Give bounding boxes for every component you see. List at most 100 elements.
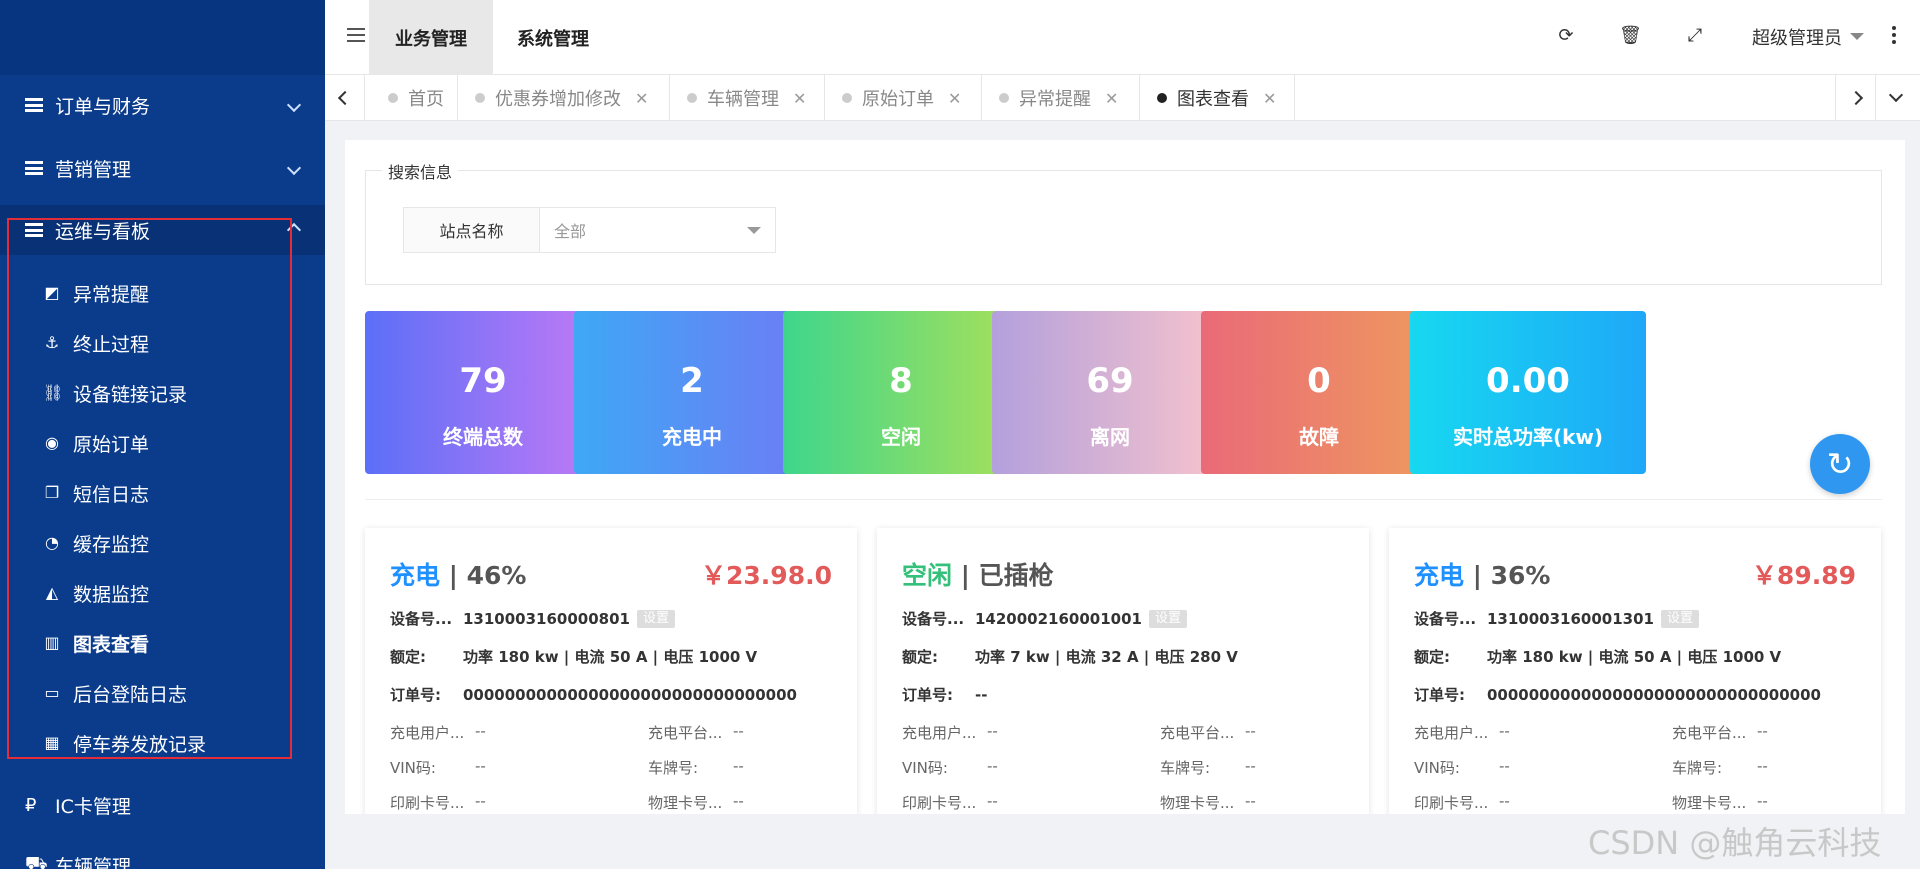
tab-scroll-right[interactable]	[1835, 75, 1875, 121]
fullscreen-icon[interactable]: ⤢	[1684, 25, 1706, 47]
chevron-down-icon	[1888, 87, 1903, 103]
field-value: --	[987, 757, 998, 775]
sidebar-item-vehicle[interactable]: ⛟ 车辆管理	[0, 840, 325, 869]
sidebar-item-sms-log[interactable]: ❐ 短信日志	[0, 468, 325, 518]
feed-icon: ◔	[45, 533, 59, 552]
sidebar-item-cache-monitor[interactable]: ◔ 缓存监控	[0, 518, 325, 568]
tab-dot	[475, 93, 485, 103]
rated-value: 功率 180 kw | 电流 50 A | 电压 1000 V	[1487, 648, 1782, 666]
sidebar-logo-area	[0, 0, 325, 75]
sidebar-item-data-monitor[interactable]: ◭ 数据监控	[0, 568, 325, 618]
caret-down-icon[interactable]	[1850, 33, 1864, 40]
settings-button[interactable]: 设置	[1661, 609, 1700, 628]
sidebar-item-parking-coupon-log[interactable]: ▦ 停车券发放记录	[0, 718, 325, 768]
stat-label: 空闲	[881, 425, 921, 449]
field-key: VIN码:	[390, 759, 436, 777]
user-menu[interactable]: 超级管理员	[1752, 24, 1842, 50]
tab-chart-view[interactable]: 图表查看 ✕	[1140, 75, 1295, 121]
field-key: 充电平台...	[648, 724, 723, 742]
list-icon	[25, 223, 43, 237]
field-value: --	[987, 792, 998, 810]
rated-row: 额定: 功率 180 kw | 电流 50 A | 电压 1000 V	[1414, 646, 1781, 667]
order-row: 订单号: 00000000000000000000000000000000	[1414, 684, 1821, 705]
field-key: 充电平台...	[1160, 724, 1235, 742]
tab-exception-alert[interactable]: 异常提醒 ✕	[982, 75, 1140, 121]
sidebar-item-terminate-process[interactable]: ⚓ 终止过程	[0, 318, 325, 368]
sidebar-item-chart-view[interactable]: ▥ 图表查看	[0, 618, 325, 668]
rated-row: 额定: 功率 7 kw | 电流 32 A | 电压 280 V	[902, 646, 1238, 667]
tab-label: 优惠券增加修改	[495, 89, 621, 110]
sidebar-item-exception-alert[interactable]: ◩ 异常提醒	[0, 268, 325, 318]
tab-menu-dropdown[interactable]	[1875, 75, 1915, 121]
charger-card: 空闲 | 已插枪 设备号... 1420002160001001 设置 额定: 功率 …	[877, 528, 1369, 814]
chevron-down-icon	[286, 97, 302, 113]
list-icon	[25, 161, 43, 175]
site-select[interactable]: 全部	[539, 207, 776, 253]
tab-coupon-edit[interactable]: 优惠券增加修改 ✕	[458, 75, 670, 121]
more-icon[interactable]	[1892, 26, 1896, 47]
watermark: CSDN @触角云科技	[1588, 824, 1882, 862]
device-number: 1420002160001001	[975, 609, 1142, 628]
stat-card-offline: 69 离网	[992, 311, 1228, 474]
order-number: --	[975, 685, 988, 704]
close-icon[interactable]: ✕	[1105, 89, 1118, 108]
sidebar-item-raw-orders[interactable]: ◉ 原始订单	[0, 418, 325, 468]
top-nav-system[interactable]: 系统管理	[493, 0, 613, 75]
trash-icon[interactable]: 🗑	[1619, 25, 1642, 47]
sidebar-item-label: IC卡管理	[55, 795, 131, 818]
charger-card: 充电 | 36% ￥89.89 设备号... 1310003160001301 设置…	[1389, 528, 1881, 814]
stat-value: 8	[889, 361, 913, 401]
menu-group-ops-dashboard[interactable]: 运维与看板	[0, 205, 325, 255]
list-icon	[25, 98, 43, 112]
field-key: VIN码:	[1414, 759, 1460, 777]
sidebar-item-device-link-log[interactable]: ⛓ 设备链接记录	[0, 368, 325, 418]
chevron-up-icon	[286, 222, 302, 238]
settings-button[interactable]: 设置	[637, 609, 676, 628]
bar-chart-icon: ▥	[44, 633, 60, 652]
menu-group-marketing[interactable]: 营销管理	[0, 143, 325, 193]
menu-group-label: 订单与财务	[55, 95, 151, 118]
kv-print-card: 印刷卡号... --	[1414, 792, 1510, 813]
kv-vin: VIN码: --	[1414, 757, 1510, 778]
card-detail: 36%	[1490, 561, 1551, 590]
kv-phys-card: 物理卡号... --	[1672, 792, 1768, 813]
fold-menu-icon[interactable]	[347, 28, 365, 44]
field-key: 物理卡号...	[1160, 794, 1235, 812]
field-key: 充电用户...	[390, 724, 465, 742]
grid-icon: ▦	[44, 733, 60, 752]
kv-user: 充电用户... --	[902, 722, 998, 743]
close-icon[interactable]: ✕	[635, 89, 648, 108]
refresh-icon[interactable]: ⟳	[1555, 25, 1577, 47]
top-nav-business[interactable]: 业务管理	[369, 0, 493, 75]
sidebar-item-ic-card[interactable]: ₽ IC卡管理	[0, 780, 325, 830]
tab-raw-orders[interactable]: 原始订单 ✕	[825, 75, 982, 121]
tab-dot	[388, 93, 398, 103]
refresh-fab-button[interactable]: ↻	[1810, 434, 1870, 494]
menu-group-orders-finance[interactable]: 订单与财务	[0, 80, 325, 130]
desktop-icon: ▭	[44, 683, 60, 702]
sidebar-item-admin-login-log[interactable]: ▭ 后台登陆日志	[0, 668, 325, 718]
link-icon: ⛓	[43, 383, 64, 402]
kv-phys-card: 物理卡号... --	[648, 792, 744, 813]
tab-home[interactable]: 首页	[365, 75, 458, 121]
field-value: --	[733, 792, 744, 810]
rated-row: 额定: 功率 180 kw | 电流 50 A | 电压 1000 V	[390, 646, 757, 667]
close-icon[interactable]: ✕	[1263, 89, 1276, 108]
close-icon[interactable]: ✕	[948, 89, 961, 108]
stat-card-total-power: 0.00 实时总功率(kw)	[1410, 311, 1646, 474]
device-row: 设备号... 1310003160000801 设置	[390, 608, 676, 629]
close-icon[interactable]: ✕	[793, 89, 806, 108]
tab-vehicle-manage[interactable]: 车辆管理 ✕	[670, 75, 825, 121]
sidebar-item-label: 设备链接记录	[73, 383, 188, 406]
stat-value: 0.00	[1486, 361, 1570, 401]
field-value: --	[987, 722, 998, 740]
car-icon: ⛟	[25, 853, 48, 869]
tab-scroll-left[interactable]	[325, 75, 365, 121]
settings-button[interactable]: 设置	[1149, 609, 1188, 628]
stat-card-terminals: 79 终端总数	[365, 311, 601, 474]
site-name-label: 站点名称	[403, 207, 540, 253]
order-number: 00000000000000000000000000000000	[463, 685, 797, 704]
stat-value: 79	[459, 361, 507, 401]
field-value: --	[1245, 792, 1256, 810]
sidebar-item-label: 后台登陆日志	[73, 683, 188, 706]
